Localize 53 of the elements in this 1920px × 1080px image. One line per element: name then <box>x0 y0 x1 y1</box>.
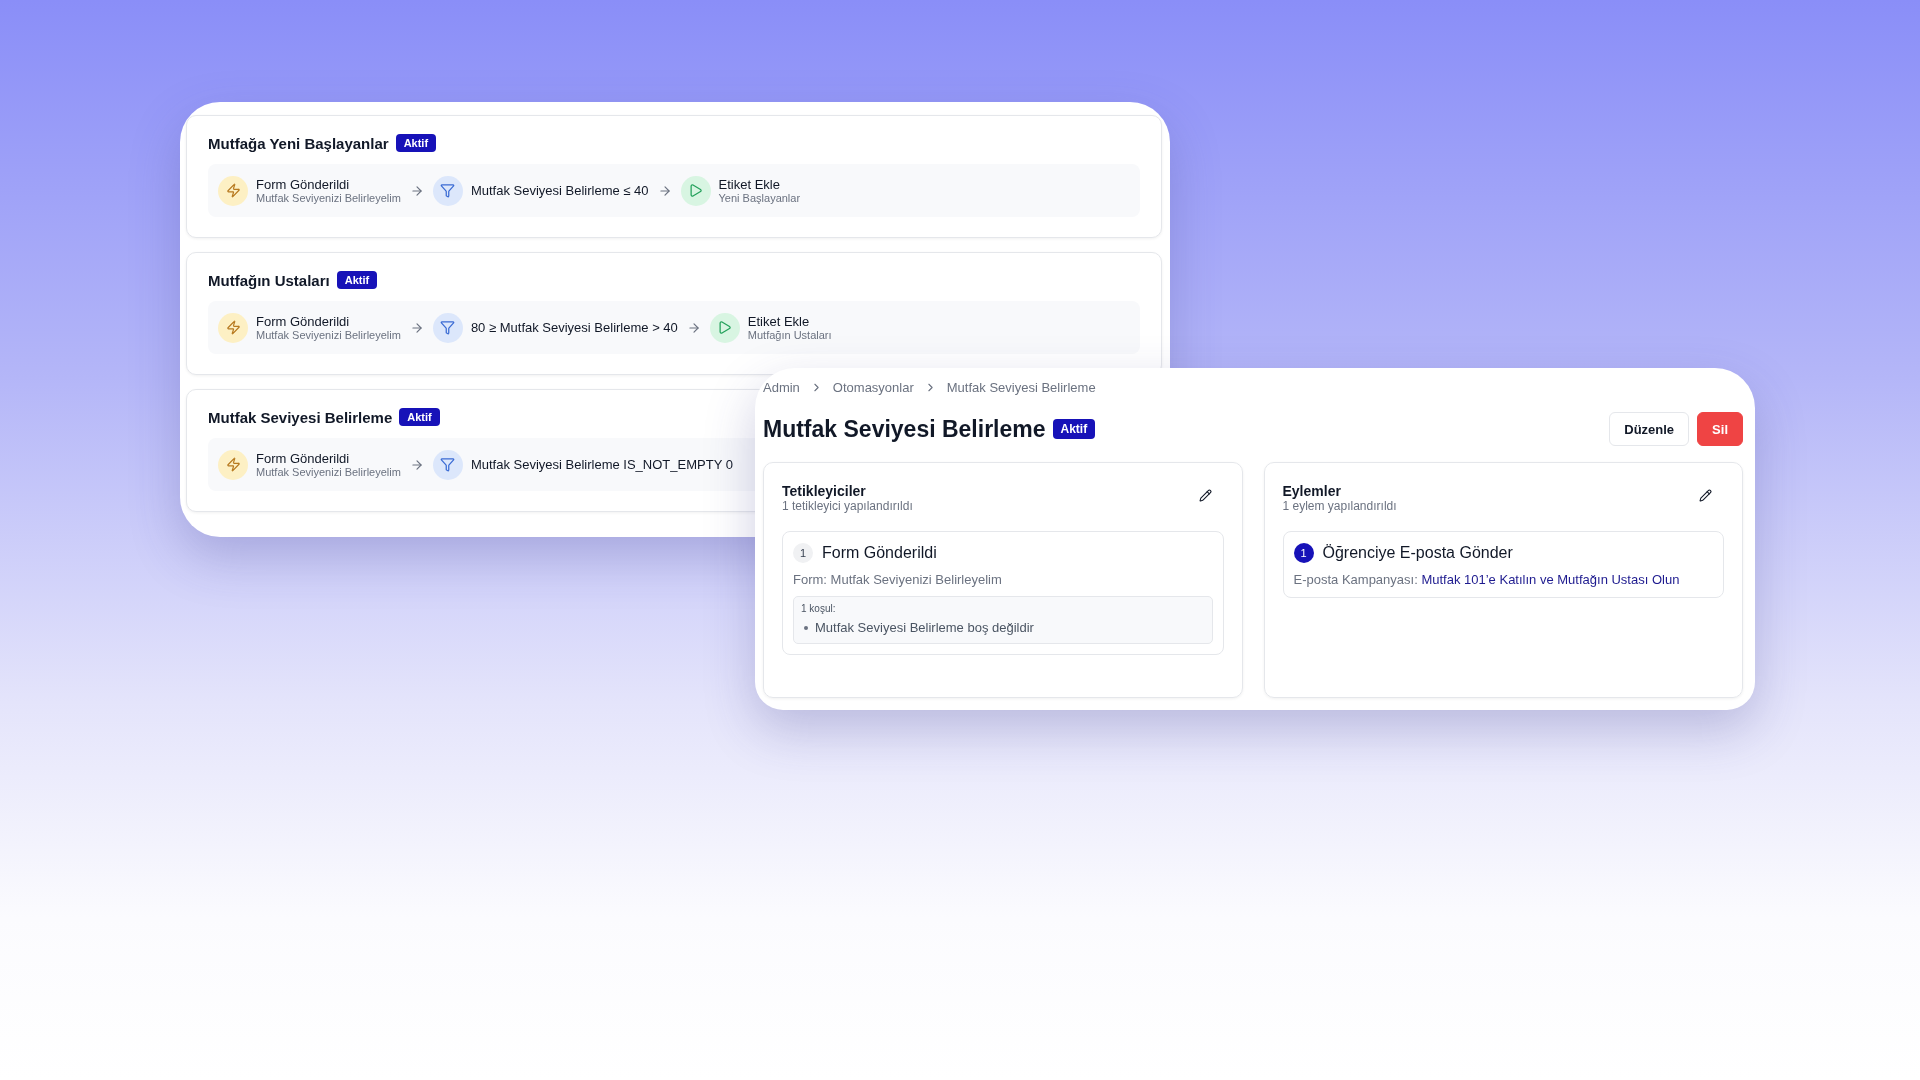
automation-title: Mutfağa Yeni Başlayanlar <box>208 134 389 152</box>
step-number: 1 <box>793 543 813 563</box>
condition-text: Mutfak Seviyesi Belirleme boş değildir <box>815 620 1034 635</box>
step-label: Mutfak Seviyesi Belirleme IS_NOT_EMPTY 0 <box>470 457 733 472</box>
step-label: Etiket Ekle <box>718 177 781 192</box>
delete-button[interactable]: Sil <box>1697 412 1743 446</box>
lightning-icon <box>218 175 248 206</box>
filter-icon <box>432 449 463 480</box>
step-label: Form Gönderildi <box>256 177 351 192</box>
item-detail: Form: Mutfak Seviyenizi Belirleyelim <box>793 572 1003 587</box>
play-icon <box>680 175 711 206</box>
automation-title: Mutfağın Ustaları <box>208 271 330 289</box>
step-number: 1 <box>1293 543 1314 563</box>
lightning-icon <box>218 449 248 480</box>
step-label: Mutfak Seviyesi Belirleme ≤ 40 <box>470 183 649 198</box>
automation-card[interactable]: Mutfağın Ustaları Aktif Form Gönderildi Mutfak Seviyenizi Belirleyelim 80 ≥ Mutfak Seviyesi Belirleme > 40 Etiket Ekle Mutfağın Ustaları <box>186 252 1162 375</box>
automation-title: Mutfak Seviyesi Belirleme <box>208 408 393 426</box>
arrow-icon <box>409 457 424 472</box>
panel-subtitle: 1 eylem yapılandırıldı <box>1282 499 1397 513</box>
panel-title: Tetikleyiciler <box>782 483 867 499</box>
lightning-icon <box>218 312 248 343</box>
arrow-icon <box>409 320 424 335</box>
automation-card[interactable]: Mutfağa Yeni Başlayanlar Aktif Form Gönderildi Mutfak Seviyenizi Belirleyelim Mutfak Seviyesi Belirleme ≤ 40 Etiket Ekle Yeni Başlayanlar <box>186 115 1162 238</box>
step-label: Etiket Ekle <box>747 314 811 329</box>
step-detail: Mutfak Seviyenizi Belirleyelim <box>256 192 401 204</box>
status-badge: Aktif <box>395 134 437 152</box>
conditions-label: 1 koşul: <box>801 603 837 614</box>
pencil-icon[interactable] <box>1198 489 1212 502</box>
step-label: 80 ≥ Mutfak Seviyesi Belirleme > 40 <box>470 320 678 335</box>
arrow-icon <box>409 183 424 198</box>
filter-icon <box>432 175 463 206</box>
item-detail: E-posta Kampanyası: Mutfak 101’e Katılın ve Mutfağın Ustası Olun <box>1293 572 1681 587</box>
step-detail: Yeni Başlayanlar <box>718 192 801 204</box>
status-badge: Aktif <box>399 408 440 426</box>
step-label: Form Gönderildi <box>256 451 351 466</box>
item-title: Form Gönderildi <box>822 544 937 562</box>
play-icon <box>709 312 740 343</box>
step-label: Form Gönderildi <box>256 314 351 329</box>
status-badge: Aktif <box>336 271 378 289</box>
item-title: Öğrenciye E-posta Gönder <box>1322 544 1513 562</box>
status-badge: Aktif <box>1052 419 1096 439</box>
filter-icon <box>432 312 463 343</box>
panel-title: Eylemler <box>1282 483 1342 499</box>
step-detail: Mutfağın Ustaları <box>747 329 832 341</box>
page-title: Mutfak Seviyesi Belirleme <box>763 415 1046 443</box>
step-detail: Mutfak Seviyenizi Belirleyelim <box>256 466 401 478</box>
step-detail: Mutfak Seviyenizi Belirleyelim <box>256 329 401 341</box>
panel-subtitle: 1 tetikleyici yapılandırıldı <box>782 499 913 513</box>
bullet-icon <box>804 625 808 630</box>
edit-button[interactable]: Düzenle <box>1609 412 1690 446</box>
arrow-icon <box>686 320 701 335</box>
pencil-icon[interactable] <box>1699 489 1712 502</box>
arrow-icon <box>657 183 672 198</box>
